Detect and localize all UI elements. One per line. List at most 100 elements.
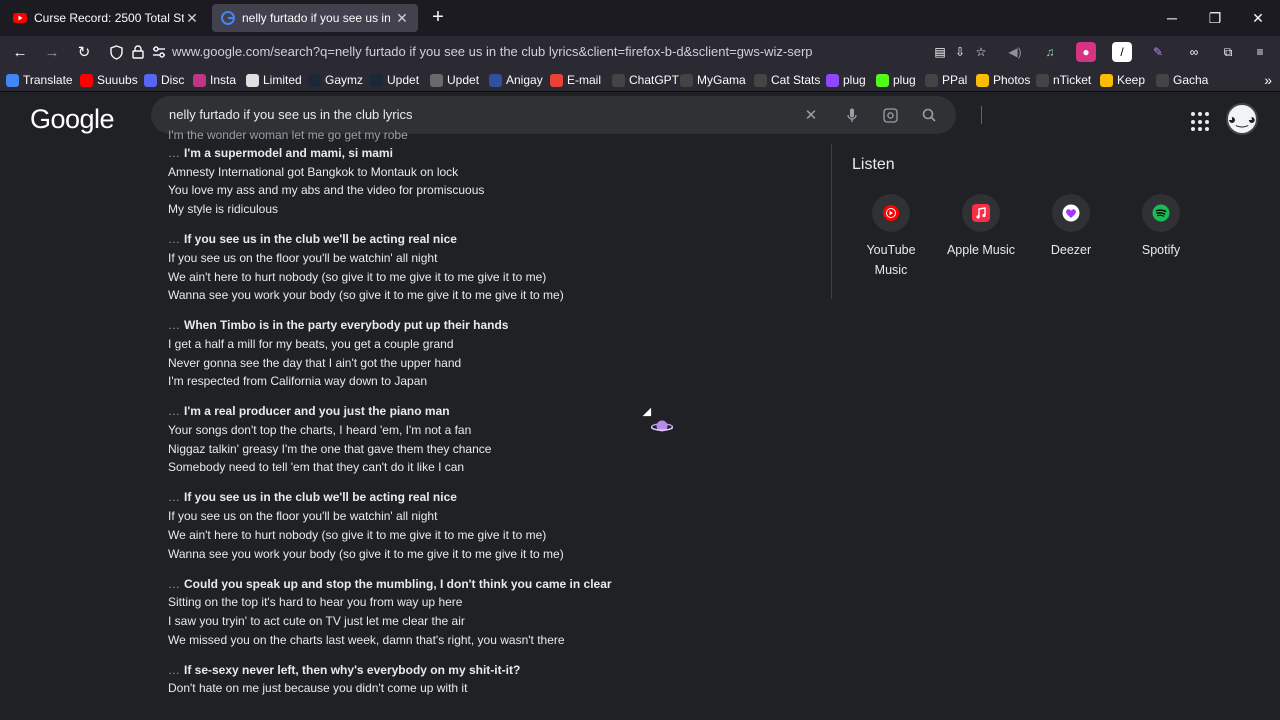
lyric-line: Never gonna see the day that I ain't got…	[168, 355, 462, 370]
tab-strip: Curse Record: 2500 Total Stacks ✕ nelly …	[0, 0, 1280, 36]
service-deezer[interactable]: Deezer	[1026, 194, 1116, 260]
bookmark-item[interactable]: nTicket	[1036, 72, 1091, 88]
service-label: Deezer	[1050, 243, 1092, 257]
lyric-line-highlight: … I'm a supermodel and mami, si mami	[168, 144, 808, 163]
bookmark-star-icon[interactable]: ☆	[971, 42, 991, 62]
bookmark-item[interactable]: MyGama	[680, 72, 746, 88]
speaker-icon[interactable]: ◀)	[1005, 42, 1025, 62]
bookmark-item[interactable]: Suuubs	[80, 72, 138, 88]
tab-google-search[interactable]: nelly furtado if you see us in the club …	[212, 4, 418, 32]
apple-music-icon	[962, 194, 1000, 232]
lyrics-stanza: … Could you speak up and stop the mumblin…	[168, 575, 808, 650]
ellipsis-icon: …	[168, 404, 180, 419]
service-spotify[interactable]: Spotify	[1116, 194, 1206, 260]
bookmark-item[interactable]: Keep	[1100, 72, 1145, 88]
lyric-text: If se-sexy never left, then why's everyb…	[184, 662, 521, 677]
back-button[interactable]: ←	[8, 40, 32, 64]
bookmark-label: Keep	[1117, 73, 1146, 87]
youtube-icon	[12, 10, 28, 26]
reload-button[interactable]: ↻	[72, 40, 96, 64]
bookmark-item[interactable]: Gacha	[1156, 72, 1208, 88]
lyric-line: Niggaz talkin' greasy I'm the one that g…	[168, 441, 492, 456]
service-label: YouTube Music	[866, 243, 916, 277]
lyric-line-highlight: … Could you speak up and stop the mumblin…	[168, 575, 808, 594]
permissions-icon[interactable]	[147, 40, 171, 64]
avatar[interactable]: ◕‿◕	[1226, 103, 1258, 135]
extensions-puzzle-icon[interactable]: ⧉	[1218, 42, 1238, 62]
spotify-icon	[1142, 194, 1180, 232]
bookmark-item[interactable]: ChatGPT	[612, 72, 679, 88]
close-tab-icon[interactable]: ✕	[394, 10, 410, 27]
bookmark-item[interactable]: Gaymz	[308, 72, 363, 88]
close-window-button[interactable]: ✕	[1236, 0, 1280, 36]
ellipsis-icon: …	[168, 662, 180, 677]
lyrics-stanza: … If you see us in the club we'll be acti…	[168, 230, 808, 305]
microphone-extension-icon[interactable]: ●	[1076, 42, 1096, 62]
bookmark-item[interactable]: plug	[826, 72, 866, 88]
lyric-line: Somebody need to tell 'em that they can'…	[168, 460, 465, 475]
lyric-line: Don't hate on me just because you didn't…	[168, 681, 468, 696]
bookmark-item[interactable]: Translate	[6, 72, 73, 88]
search-box[interactable]: nelly furtado if you see us in the club …	[151, 96, 982, 134]
bookmark-item[interactable]: Updet	[430, 72, 479, 88]
menu-icon[interactable]: ≡	[1250, 42, 1270, 62]
bookmark-item[interactable]: Anigay	[489, 72, 543, 88]
glasses-extension-icon[interactable]: ∞	[1184, 42, 1204, 62]
new-tab-button[interactable]: +	[428, 6, 448, 30]
google-logo[interactable]: Google	[30, 104, 115, 135]
bookmark-label: PPal	[942, 73, 968, 87]
lyric-line: I get a half a mill for my beats, you ge…	[168, 336, 454, 351]
bookmark-label: Gaymz	[325, 73, 364, 87]
service-youtube-music[interactable]: YouTube Music	[846, 194, 936, 280]
bookmark-label: Disc	[161, 73, 185, 87]
slash-extension-icon[interactable]: /	[1112, 42, 1132, 62]
bookmark-item[interactable]: plug	[876, 72, 916, 88]
lyrics-stanza: … I'm a real producer and you just the pi…	[168, 402, 808, 477]
maximize-button[interactable]: ❐	[1193, 0, 1237, 36]
tab-youtube[interactable]: Curse Record: 2500 Total Stacks ✕	[4, 4, 208, 32]
google-apps-icon[interactable]	[1191, 112, 1211, 132]
bookmark-favicon-icon	[193, 73, 206, 87]
service-label: Apple Music	[946, 243, 1016, 257]
search-icon[interactable]	[919, 105, 939, 125]
close-tab-icon[interactable]: ✕	[184, 10, 200, 27]
pen-extension-icon[interactable]: ✎	[1148, 42, 1168, 62]
download-page-icon[interactable]: ⇩	[950, 42, 970, 62]
bookmark-item[interactable]: Photos	[976, 72, 1030, 88]
reader-view-icon[interactable]: ▤	[930, 42, 950, 62]
music-extension-icon[interactable]: ♫	[1040, 42, 1060, 62]
bookmark-label: Anigay	[506, 73, 543, 87]
bookmark-favicon-icon	[489, 73, 502, 87]
bookmark-item[interactable]: Disc	[144, 72, 184, 88]
bookmark-item[interactable]: Cat Stats	[754, 72, 820, 88]
forward-button[interactable]: →	[40, 40, 64, 64]
tab-title: nelly furtado if you see us in the club …	[242, 11, 394, 25]
tab-title: Curse Record: 2500 Total Stacks	[34, 11, 184, 25]
lyric-line-highlight: … When Timbo is in the party everybody pu…	[168, 316, 808, 335]
clear-icon[interactable]: ✕	[801, 105, 821, 125]
bookmark-favicon-icon	[1036, 73, 1049, 87]
service-apple-music[interactable]: Apple Music	[936, 194, 1026, 260]
shield-icon[interactable]	[104, 40, 128, 64]
lens-icon[interactable]	[880, 105, 900, 125]
bookmark-favicon-icon	[876, 73, 889, 87]
bookmark-item[interactable]: E-mail	[550, 72, 601, 88]
bookmark-item[interactable]: Insta	[193, 72, 236, 88]
bookmark-item[interactable]: Updet	[370, 72, 419, 88]
ellipsis-icon: …	[168, 576, 180, 591]
address-bar[interactable]: www.google.com/search?q=nelly furtado if…	[172, 44, 813, 59]
microphone-icon[interactable]	[842, 105, 862, 125]
minimize-button[interactable]: ─	[1150, 0, 1194, 36]
cutoff-lyric-line: I'm the wonder woman let me go get my ro…	[168, 130, 408, 142]
lyric-text: Could you speak up and stop the mumbling…	[184, 576, 612, 591]
bookmark-item[interactable]: PPal	[925, 72, 967, 88]
more-bookmarks-icon[interactable]: »	[1264, 72, 1272, 88]
service-label: Spotify	[1141, 243, 1181, 257]
google-icon	[220, 10, 236, 26]
bookmark-label: Suuubs	[97, 73, 138, 87]
search-input[interactable]: nelly furtado if you see us in the club …	[169, 107, 413, 122]
lyric-line-highlight: … If se-sexy never left, then why's every…	[168, 661, 808, 680]
lyric-line: I saw you tryin' to act cute on TV just …	[168, 613, 465, 628]
bookmark-favicon-icon	[976, 73, 989, 87]
bookmark-item[interactable]: Limited	[246, 72, 302, 88]
